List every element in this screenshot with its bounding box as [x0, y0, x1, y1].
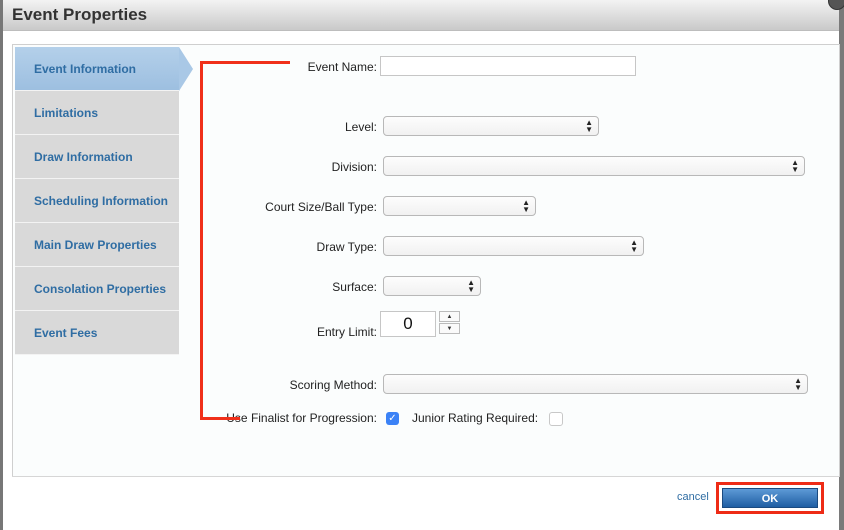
dialog-content: Event Information Limitations Draw Infor… [12, 44, 840, 477]
junior-rating-label: Junior Rating Required: [412, 411, 539, 425]
ok-button[interactable]: OK [722, 488, 818, 508]
cancel-link[interactable]: cancel [677, 491, 709, 503]
court-size-label: Court Size/Ball Type: [265, 200, 377, 214]
annotation-bracket-top [200, 61, 290, 64]
dialog-title: Event Properties [12, 5, 148, 24]
division-label: Division: [331, 160, 377, 174]
scoring-method-select[interactable]: ▲ ▼ [383, 374, 808, 394]
scoring-method-label: Scoring Method: [289, 378, 377, 392]
use-finalist-label: Use Finalist for Progression: [226, 411, 377, 425]
event-name-label: Event Name: [307, 60, 377, 74]
annotation-bracket-vertical [200, 61, 203, 420]
draw-type-label: Draw Type: [316, 240, 377, 254]
level-select[interactable]: ▲ ▼ [383, 116, 599, 136]
draw-type-select[interactable]: ▲ ▼ [383, 236, 644, 256]
footer-divider [12, 476, 839, 477]
select-arrows-icon: ▲ ▼ [467, 278, 475, 294]
dialog-titlebar[interactable]: Event Properties [3, 0, 844, 31]
surface-select[interactable]: ▲ ▼ [383, 276, 481, 296]
select-arrows-icon: ▲ ▼ [585, 118, 593, 134]
event-name-input[interactable] [380, 56, 636, 76]
event-properties-dialog: Event Properties Event Information Limit… [3, 0, 844, 530]
ok-button-highlight: OK [716, 482, 824, 514]
level-label: Level: [344, 120, 377, 134]
event-information-form: Event Name: Level: ▲ ▼ Division: ▲ ▼ Court… [13, 45, 839, 476]
select-arrows-icon: ▲ ▼ [630, 238, 638, 254]
select-arrows-icon: ▲ ▼ [791, 158, 799, 174]
entry-limit-label: Entry Limit: [316, 325, 377, 339]
select-arrows-icon: ▲ ▼ [794, 376, 802, 392]
spin-up-icon[interactable]: ▲ [439, 311, 460, 322]
junior-rating-checkbox[interactable] [549, 412, 563, 426]
select-arrows-icon: ▲ ▼ [522, 198, 530, 214]
check-icon: ✓ [388, 413, 397, 424]
use-finalist-checkbox[interactable]: ✓ [386, 412, 399, 425]
surface-label: Surface: [332, 280, 377, 294]
annotation-bracket-bottom [200, 417, 240, 420]
division-select[interactable]: ▲ ▼ [383, 156, 805, 176]
court-size-select[interactable]: ▲ ▼ [383, 196, 536, 216]
close-icon[interactable] [828, 0, 844, 10]
spin-down-icon[interactable]: ▼ [439, 323, 460, 334]
entry-limit-input[interactable]: 0 [380, 311, 436, 337]
